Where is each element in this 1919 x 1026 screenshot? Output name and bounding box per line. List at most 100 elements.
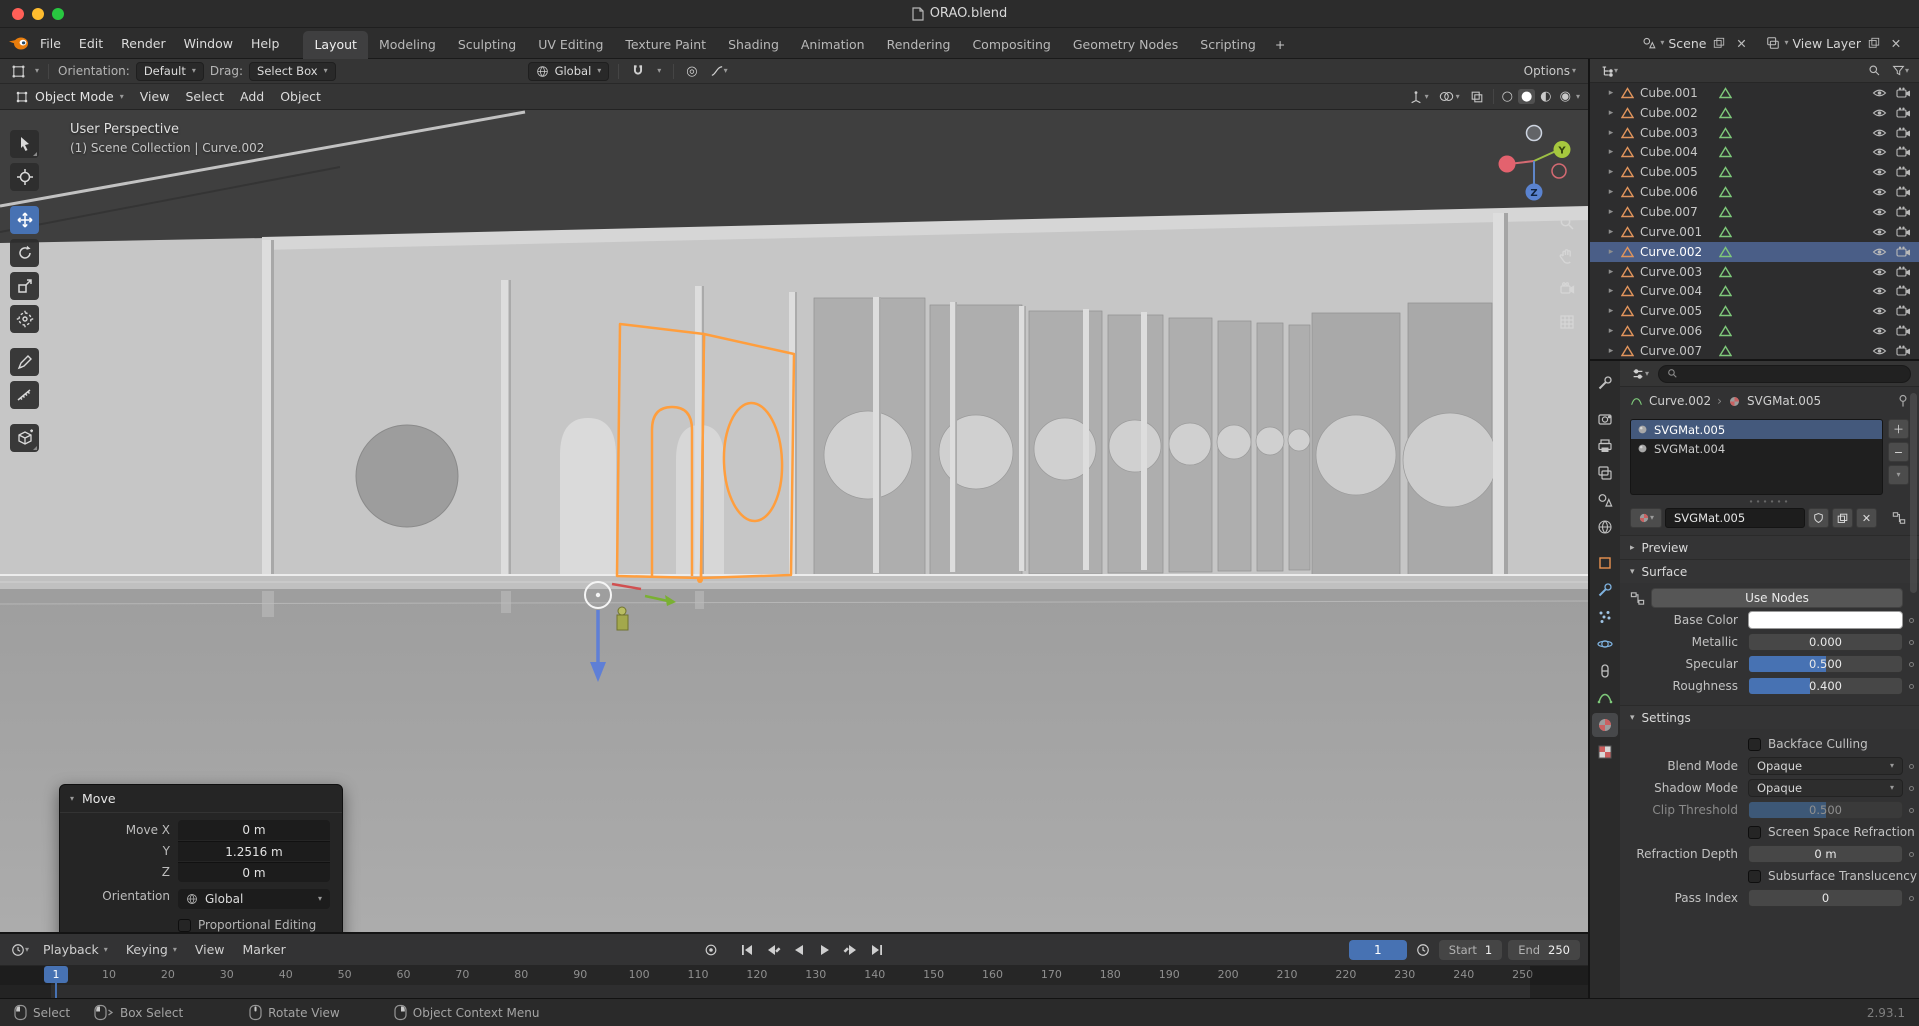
move-y-field[interactable]: 1.2516 m <box>178 841 330 861</box>
disable-in-renders-toggle[interactable] <box>1896 186 1911 198</box>
playhead[interactable]: 1 <box>44 966 68 998</box>
object-tab[interactable] <box>1592 551 1618 575</box>
specular-slider[interactable]: 0.500 <box>1748 655 1903 673</box>
disable-in-renders-toggle[interactable] <box>1896 325 1911 337</box>
minimize-window-button[interactable] <box>32 7 44 20</box>
zoom-button[interactable] <box>1554 210 1580 236</box>
object-name[interactable]: Cube.005 <box>1640 165 1716 179</box>
menu-edit[interactable]: Edit <box>71 33 111 54</box>
tool-measure[interactable] <box>10 381 39 409</box>
preview-range-toggle[interactable] <box>1413 940 1433 959</box>
animate-decorator-icon[interactable] <box>1909 639 1914 645</box>
play-button[interactable] <box>813 939 837 961</box>
menu-view[interactable]: View <box>133 86 177 107</box>
frame-end-field[interactable]: End 250 <box>1508 939 1580 960</box>
disclosure-right-icon[interactable]: ▸ <box>1604 207 1618 217</box>
animate-decorator-icon[interactable] <box>1909 617 1914 623</box>
node-tree-icon[interactable] <box>1889 509 1909 528</box>
move-z-field[interactable]: 0 m <box>178 862 330 882</box>
outliner-row[interactable]: ▸ Cube.007 <box>1590 202 1919 222</box>
workspace-tab-geometry-nodes[interactable]: Geometry Nodes <box>1062 31 1189 59</box>
disclosure-right-icon[interactable]: ▸ <box>1604 187 1618 197</box>
breadcrumb-object[interactable]: Curve.002 <box>1649 394 1711 408</box>
animate-decorator-icon[interactable] <box>1909 895 1914 901</box>
shading-dropdown[interactable]: ▾ <box>1576 92 1580 101</box>
view-layer-selector[interactable]: ▾ View Layer ✕ <box>1760 32 1911 54</box>
outliner-row[interactable]: ▸ Cube.003 <box>1590 123 1919 143</box>
output-tab[interactable] <box>1592 434 1618 458</box>
add-workspace-button[interactable]: + <box>1267 31 1293 59</box>
menu-timeline-view[interactable]: View <box>188 939 232 960</box>
roughness-slider[interactable]: 0.400 <box>1748 677 1903 695</box>
pass-index-field[interactable]: 0 <box>1748 889 1903 907</box>
animate-decorator-icon[interactable] <box>1909 763 1914 769</box>
blender-logo-icon[interactable] <box>8 35 30 51</box>
view-layer-tab[interactable] <box>1592 461 1618 485</box>
disclosure-right-icon[interactable]: ▸ <box>1604 346 1618 356</box>
texture-tab[interactable] <box>1592 740 1618 764</box>
material-specials-button[interactable]: ▾ <box>1888 465 1909 485</box>
tool-cursor[interactable] <box>10 163 39 191</box>
object-name[interactable]: Cube.001 <box>1640 86 1716 100</box>
hide-in-viewport-toggle[interactable] <box>1872 186 1887 198</box>
outliner-row[interactable]: ▸ Cube.002 <box>1590 103 1919 123</box>
disable-in-renders-toggle[interactable] <box>1896 226 1911 238</box>
proportional-editing-toggle[interactable]: ◎ <box>683 62 700 81</box>
particles-tab[interactable] <box>1592 605 1618 629</box>
material-slot[interactable]: SVGMat.004 <box>1631 439 1882 458</box>
disclosure-right-icon[interactable]: ▸ <box>1604 306 1618 316</box>
hide-in-viewport-toggle[interactable] <box>1872 246 1887 258</box>
disable-in-renders-toggle[interactable] <box>1896 246 1911 258</box>
current-frame-field[interactable]: 1 <box>1348 939 1407 960</box>
disable-in-renders-toggle[interactable] <box>1896 305 1911 317</box>
camera-view-button[interactable] <box>1554 276 1580 302</box>
animate-decorator-icon[interactable] <box>1909 851 1914 857</box>
object-name[interactable]: Curve.005 <box>1640 304 1716 318</box>
tool-add-cube[interactable] <box>10 424 39 452</box>
browse-material-button[interactable]: ▾ <box>1630 508 1662 528</box>
material-tab[interactable] <box>1592 713 1618 737</box>
render-tab[interactable] <box>1592 407 1618 431</box>
object-name[interactable]: Curve.001 <box>1640 225 1716 239</box>
metallic-slider[interactable]: 0.000 <box>1748 633 1903 651</box>
menu-file[interactable]: File <box>32 33 69 54</box>
workspace-tab-layout[interactable]: Layout <box>303 30 368 59</box>
menu-window[interactable]: Window <box>176 33 241 54</box>
animate-decorator-icon[interactable] <box>1909 661 1914 667</box>
remove-view-layer-button[interactable]: ✕ <box>1887 34 1905 52</box>
disable-in-renders-toggle[interactable] <box>1896 166 1911 178</box>
unlink-material-button[interactable]: ✕ <box>1856 508 1877 528</box>
physics-tab[interactable] <box>1592 632 1618 656</box>
animate-decorator-icon[interactable] <box>1909 683 1914 689</box>
shading-solid-button[interactable]: ● <box>1517 89 1536 104</box>
tool-rotate[interactable] <box>10 239 39 267</box>
base-color-swatch[interactable] <box>1748 611 1903 629</box>
tool-tab[interactable] <box>1592 371 1618 395</box>
disable-in-renders-toggle[interactable] <box>1896 206 1911 218</box>
outliner-row[interactable]: ▸ Curve.007 <box>1590 341 1919 359</box>
outliner-search-button[interactable] <box>1865 61 1884 80</box>
hide-in-viewport-toggle[interactable] <box>1872 107 1887 119</box>
hide-in-viewport-toggle[interactable] <box>1872 146 1887 158</box>
workspace-tab-compositing[interactable]: Compositing <box>961 31 1061 59</box>
workspace-tab-shading[interactable]: Shading <box>717 31 790 59</box>
hide-in-viewport-toggle[interactable] <box>1872 226 1887 238</box>
animate-decorator-icon[interactable] <box>1909 807 1914 813</box>
disclosure-right-icon[interactable]: ▸ <box>1604 167 1618 177</box>
shading-wireframe-button[interactable]: ○ <box>1499 89 1516 104</box>
modifiers-tab[interactable] <box>1592 578 1618 602</box>
shading-rendered-button[interactable]: ◉ <box>1557 89 1574 104</box>
next-keyframe-button[interactable] <box>839 939 863 961</box>
hide-in-viewport-toggle[interactable] <box>1872 345 1887 357</box>
hide-in-viewport-toggle[interactable] <box>1872 285 1887 297</box>
tool-annotate[interactable] <box>10 348 39 376</box>
workspace-tab-scripting[interactable]: Scripting <box>1189 31 1267 59</box>
hide-in-viewport-toggle[interactable] <box>1872 266 1887 278</box>
hide-in-viewport-toggle[interactable] <box>1872 87 1887 99</box>
outliner-row[interactable]: ▸ Cube.001 <box>1590 83 1919 103</box>
duplicate-material-button[interactable] <box>1832 508 1853 528</box>
object-name[interactable]: Cube.007 <box>1640 205 1716 219</box>
object-name[interactable]: Cube.003 <box>1640 126 1716 140</box>
chevron-down-icon[interactable]: ▾ <box>35 67 39 75</box>
hide-in-viewport-toggle[interactable] <box>1872 166 1887 178</box>
